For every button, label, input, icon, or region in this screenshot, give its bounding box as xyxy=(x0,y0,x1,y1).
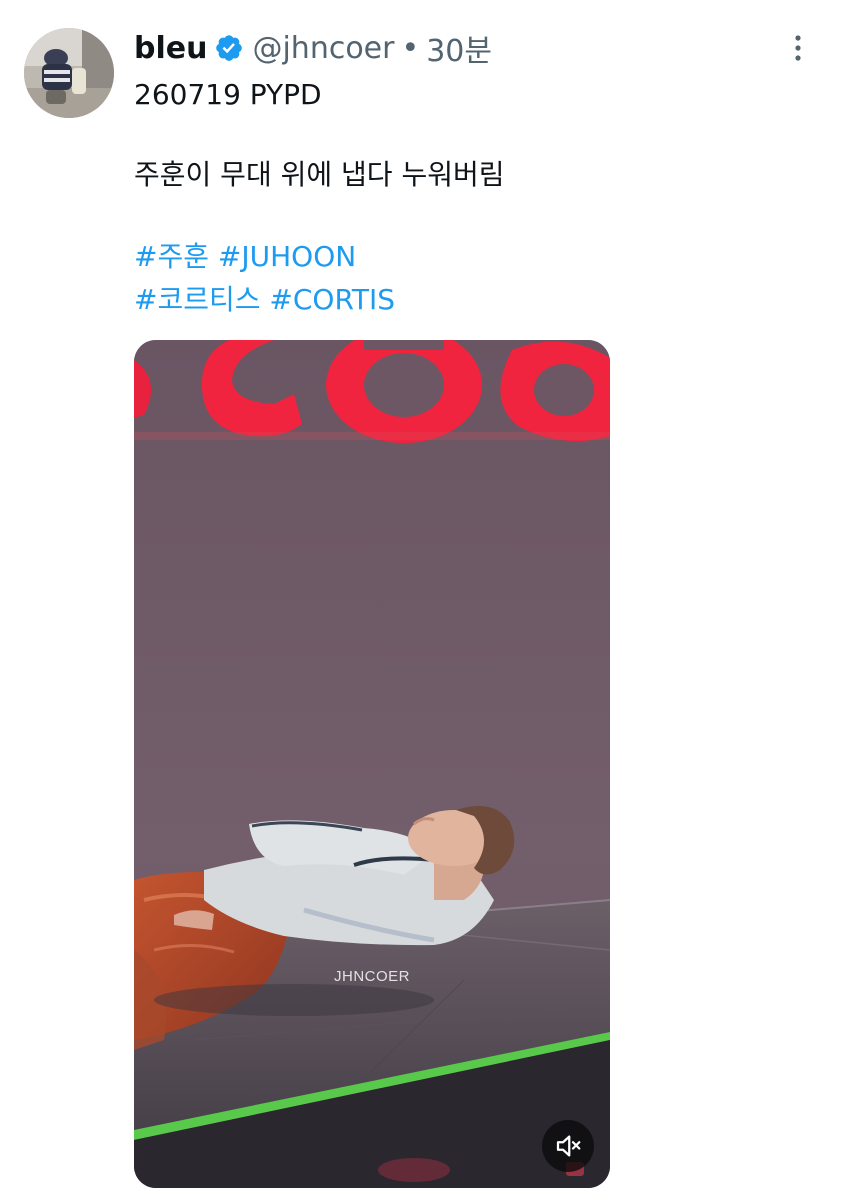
verified-badge-icon xyxy=(216,35,243,61)
hashtag-link[interactable]: #CORTIS xyxy=(269,283,395,316)
more-options-button[interactable] xyxy=(778,28,818,68)
handle[interactable]: @jhncoer xyxy=(252,31,394,66)
video-player[interactable]: JHNCOER xyxy=(134,340,610,1188)
hashtag-link[interactable]: #주훈 xyxy=(134,240,209,273)
hashtag-line: #코르티스 #CORTIS xyxy=(134,280,395,320)
avatar[interactable] xyxy=(24,28,114,118)
separator-dot: • xyxy=(401,30,420,66)
speaker-muted-icon xyxy=(556,1135,581,1157)
tweet-text-line: 주훈이 무대 위에 냅다 누워버림 xyxy=(134,158,505,191)
tweet-text-line: 260719 PYPD xyxy=(134,78,322,111)
mute-toggle-button[interactable] xyxy=(542,1120,594,1172)
tweet-header: bleu @jhncoer • 30분 xyxy=(134,26,492,70)
more-vertical-icon xyxy=(795,35,801,61)
hashtag-line: #주훈 #JUHOON xyxy=(134,237,356,277)
hashtag-link[interactable]: #JUHOON xyxy=(218,240,356,273)
video-frame xyxy=(134,340,610,1188)
avatar-photo xyxy=(24,28,114,118)
hashtag-link[interactable]: #코르티스 xyxy=(134,283,261,316)
video-watermark: JHNCOER xyxy=(333,968,410,985)
timestamp[interactable]: 30분 xyxy=(426,26,492,70)
display-name[interactable]: bleu xyxy=(134,31,207,66)
